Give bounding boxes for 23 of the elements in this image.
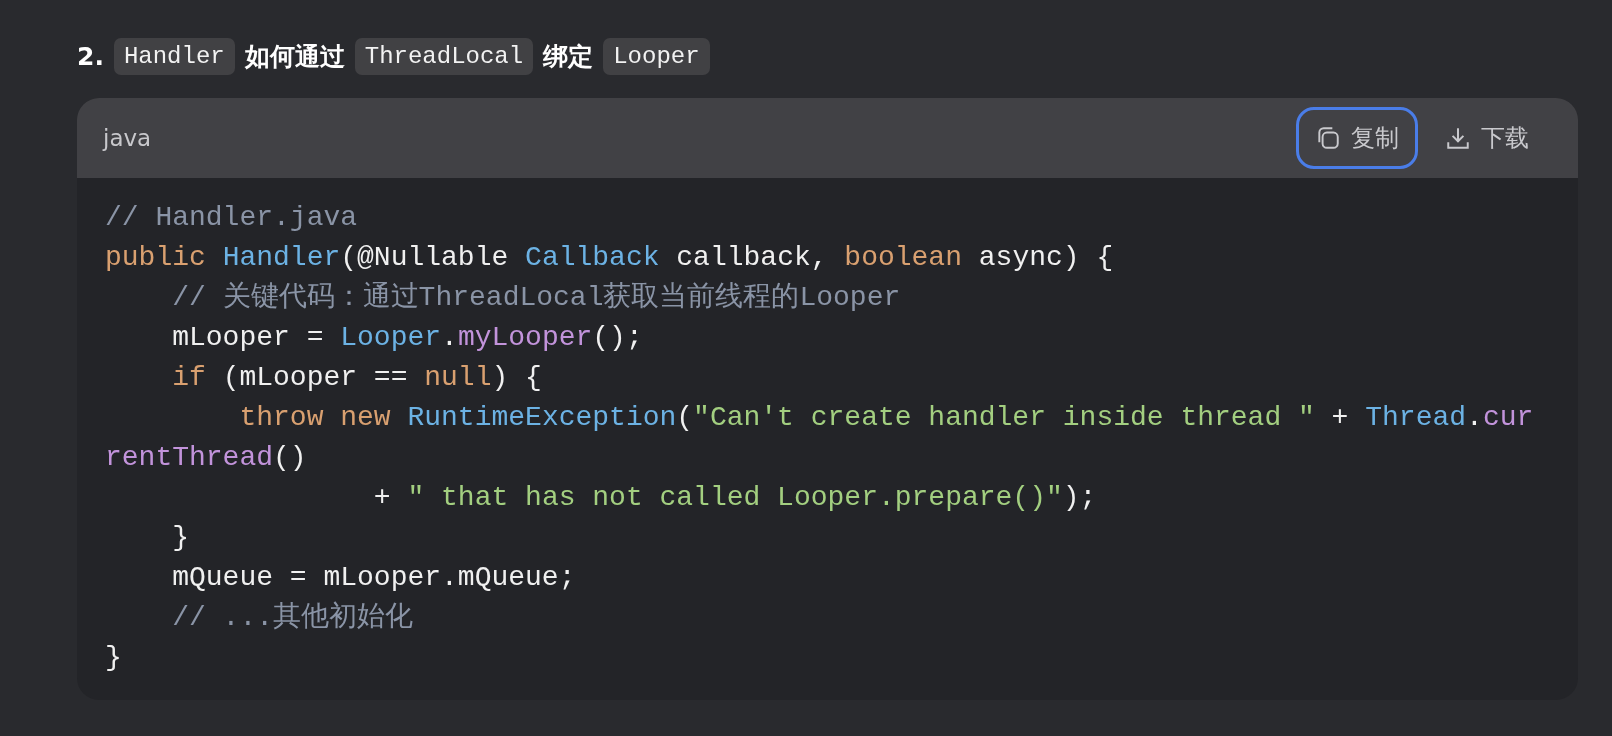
inline-code: ThreadLocal bbox=[354, 38, 534, 75]
download-button[interactable]: 下载 bbox=[1426, 107, 1548, 169]
code-line: // 关键代码：通过ThreadLocal获取当前线程的Looper bbox=[171, 280, 902, 315]
code-line: if (mLooper == null) { bbox=[171, 361, 543, 395]
copy-icon bbox=[1315, 125, 1341, 151]
code-line: mQueue = mLooper.mQueue; bbox=[171, 561, 577, 595]
code-line: public Handler(@Nullable Callback callback, boolean async) { bbox=[105, 241, 1115, 275]
code-line: throw new RuntimeException("Can't create handler inside thread " + Thread.cur bbox=[238, 401, 1535, 435]
inline-code: Handler bbox=[113, 38, 235, 75]
code-line: rentThread() bbox=[105, 441, 308, 475]
code-line: mLooper = Looper.myLooper(); bbox=[171, 321, 644, 355]
copy-button[interactable]: 复制 bbox=[1296, 107, 1418, 169]
code-line: // Handler.java bbox=[105, 201, 359, 235]
code-line: + " that has not called Looper.prepare()"); bbox=[372, 481, 1098, 515]
heading-text: 如何通过 bbox=[244, 41, 345, 73]
heading-number: 2. bbox=[77, 42, 104, 71]
code-line: } bbox=[171, 521, 190, 555]
code-line: } bbox=[105, 641, 123, 675]
inline-code: Looper bbox=[603, 38, 710, 75]
heading-text: 绑定 bbox=[543, 41, 594, 73]
download-icon bbox=[1445, 125, 1471, 151]
code-line: // ...其他初始化 bbox=[171, 600, 415, 635]
language-label: java bbox=[103, 125, 152, 151]
